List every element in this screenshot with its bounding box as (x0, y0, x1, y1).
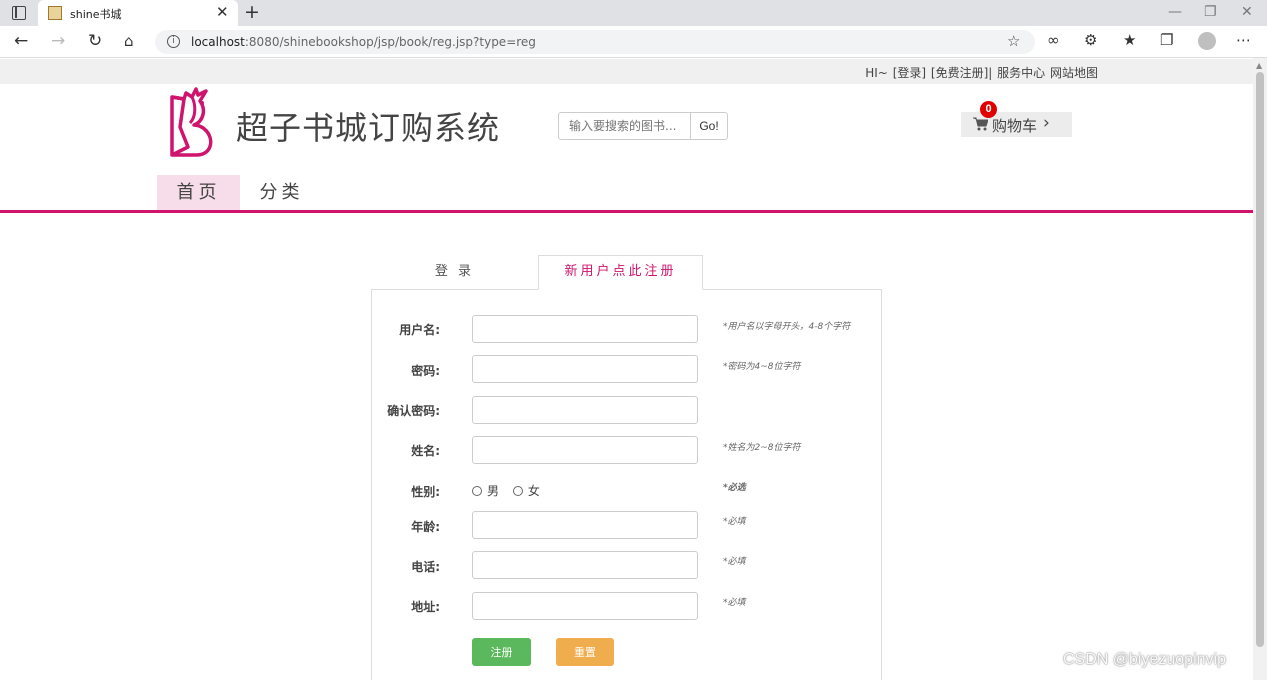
password-input[interactable] (472, 355, 698, 383)
tab-actions-icon[interactable] (12, 6, 26, 20)
watermark-text: CSDN @biyezuopinvip (1063, 651, 1226, 668)
name-hint: *姓名为2~8位字符 (723, 443, 801, 453)
close-tab-icon[interactable]: ✕ (216, 3, 229, 21)
top-link-bar: HI~ [登录] [免费注册]| 服务中心 网站地图 (0, 59, 1253, 84)
address-bar[interactable]: i localhost:8080/shinebookshop/jsp/book/… (155, 30, 1035, 54)
name-input[interactable] (472, 436, 698, 464)
radio-male[interactable] (472, 486, 482, 496)
nav-home[interactable]: 首页 (157, 175, 240, 211)
new-tab-icon[interactable]: + (244, 1, 260, 23)
shopping-cart-button[interactable]: 购物车 › (961, 112, 1072, 137)
age-label: 年龄: (411, 520, 440, 534)
restore-icon[interactable]: ❐ (1204, 4, 1217, 20)
search-go-button[interactable]: Go! (690, 112, 728, 140)
address-label: 地址: (411, 600, 440, 614)
cart-count-badge: 0 (980, 101, 997, 118)
site-logo[interactable] (166, 87, 218, 161)
password-hint: *密码为4~8位字符 (723, 362, 801, 372)
gender-options: 男 女 (472, 482, 550, 499)
tab-login[interactable]: 登 录 (371, 257, 538, 289)
close-window-icon[interactable]: ✕ (1241, 4, 1253, 20)
refresh-icon[interactable]: ↻ (88, 31, 102, 51)
gender-female-option[interactable]: 女 (512, 484, 540, 498)
confirm-password-input[interactable] (472, 396, 698, 424)
password-label: 密码: (411, 364, 440, 378)
gender-label: 性别: (411, 485, 440, 499)
age-hint: *必填 (723, 517, 746, 527)
favorites-icon[interactable]: ★ (1123, 31, 1136, 49)
phone-input[interactable] (472, 551, 698, 579)
url-text[interactable]: localhost:8080/shinebookshop/jsp/book/re… (191, 35, 536, 49)
browser-toolbar: ← → ↻ ⌂ i localhost:8080/shinebookshop/j… (0, 26, 1267, 58)
tab-title: shine书城 (70, 8, 122, 21)
site-title: 超子书城订购系统 (236, 109, 501, 147)
username-label: 用户名: (399, 323, 440, 337)
chevron-right-icon: › (1043, 113, 1050, 133)
more-menu-icon[interactable]: ⋯ (1236, 31, 1251, 49)
extensions-icon[interactable]: ⚙ (1084, 31, 1097, 49)
name-label: 姓名: (411, 444, 440, 458)
gender-hint: *必选 (723, 483, 746, 493)
username-hint: *用户名以字母开头，4-8个字符 (723, 322, 851, 332)
register-form-panel (371, 289, 882, 680)
cart-icon (973, 117, 988, 131)
forward-icon[interactable]: → (51, 31, 65, 51)
extension-infinity-icon[interactable]: ∞ (1047, 31, 1060, 49)
book-search-input[interactable] (558, 112, 691, 140)
phone-label: 电话: (411, 560, 440, 574)
confirm-password-label: 确认密码: (387, 404, 440, 418)
scroll-up-icon[interactable]: ▲ (1256, 61, 1262, 70)
page-scrollbar[interactable]: ▲ (1253, 58, 1267, 680)
greeting-text: HI~ (865, 66, 888, 80)
web-page: HI~ [登录] [免费注册]| 服务中心 网站地图 超子书城订购系统 Go! … (0, 59, 1253, 680)
address-input[interactable] (472, 592, 698, 620)
address-hint: *必填 (723, 598, 746, 608)
nav-category[interactable]: 分类 (240, 175, 323, 211)
phone-hint: *必填 (723, 557, 746, 567)
radio-female[interactable] (512, 486, 523, 496)
add-favorite-icon[interactable]: ☆ (1007, 32, 1020, 50)
register-submit-button[interactable]: 注册 (472, 638, 531, 666)
cart-label: 购物车 (992, 117, 1038, 135)
scroll-thumb[interactable] (1256, 72, 1264, 647)
info-icon[interactable]: i (167, 35, 180, 48)
browser-titlebar: shine书城 ✕ + — ❐ ✕ (0, 0, 1267, 26)
back-icon[interactable]: ← (14, 31, 28, 51)
register-link[interactable]: [免费注册]| (931, 66, 992, 80)
username-input[interactable] (472, 315, 698, 343)
login-link[interactable]: [登录] (893, 66, 926, 80)
gender-male-option[interactable]: 男 (472, 484, 499, 498)
tab-register[interactable]: 新用户点此注册 (538, 255, 703, 290)
sitemap-link[interactable]: 网站地图 (1050, 66, 1098, 80)
browser-tab[interactable]: shine书城 ✕ (38, 0, 238, 26)
minimize-icon[interactable]: — (1168, 4, 1182, 20)
site-favicon-icon (48, 6, 62, 20)
service-center-link[interactable]: 服务中心 (997, 66, 1045, 80)
home-icon[interactable]: ⌂ (124, 32, 134, 50)
nav-divider (0, 210, 1253, 213)
reset-button[interactable]: 重置 (556, 638, 614, 666)
collections-icon[interactable]: ❐ (1160, 31, 1173, 49)
age-input[interactable] (472, 511, 698, 539)
profile-avatar-icon[interactable] (1198, 32, 1216, 50)
